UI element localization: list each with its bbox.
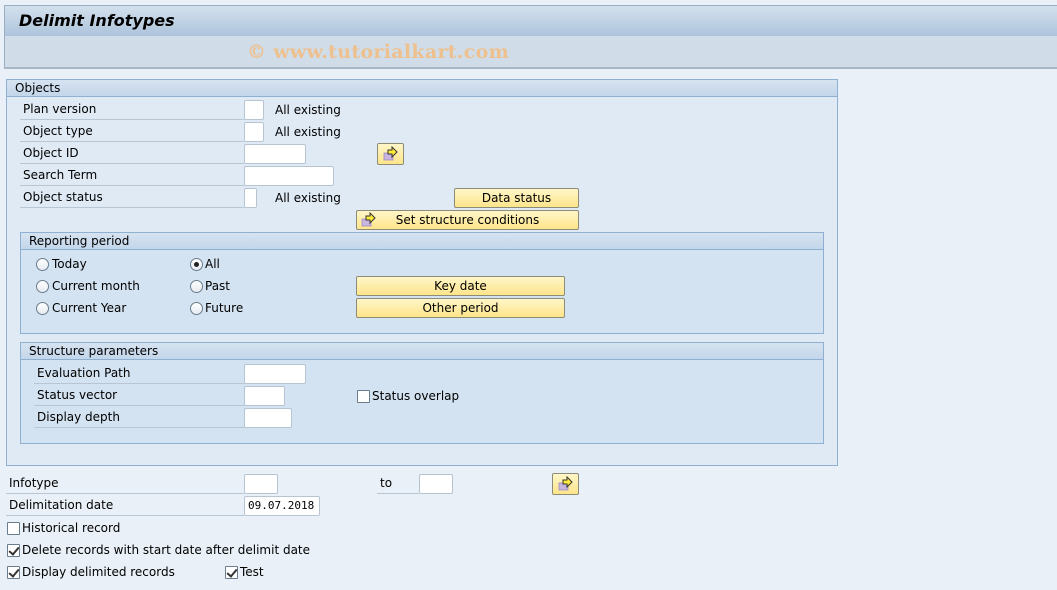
object-type-input[interactable] xyxy=(244,122,264,142)
object-id-multiple-selection-button[interactable] xyxy=(377,143,404,165)
display-delimited-records-label[interactable]: Display delimited records xyxy=(22,564,175,580)
title-bar: Delimit Infotypes xyxy=(4,5,1057,36)
radio-past[interactable] xyxy=(190,280,203,293)
delimitation-date-label: Delimitation date xyxy=(6,495,244,516)
test-label[interactable]: Test xyxy=(240,564,264,580)
object-type-label: Object type xyxy=(20,121,244,142)
status-vector-input[interactable] xyxy=(244,386,285,406)
set-structure-conditions-label: Set structure conditions xyxy=(395,213,540,227)
multiple-selection-arrow-icon xyxy=(383,146,398,161)
structure-parameters-header: Structure parameters xyxy=(21,343,823,360)
status-overlap-label[interactable]: Status overlap xyxy=(372,388,459,404)
radio-all-label[interactable]: All xyxy=(205,256,220,272)
page-title: Delimit Infotypes xyxy=(19,11,175,30)
plan-version-input[interactable] xyxy=(244,100,264,120)
radio-today-label[interactable]: Today xyxy=(52,256,87,272)
plan-version-hint: All existing xyxy=(275,103,341,117)
infotype-multiple-selection-button[interactable] xyxy=(552,473,579,495)
object-status-hint: All existing xyxy=(275,191,341,205)
radio-today[interactable] xyxy=(36,258,49,271)
object-status-input[interactable] xyxy=(244,188,257,208)
radio-current-year[interactable] xyxy=(36,302,49,315)
infotype-to-label: to xyxy=(377,473,419,494)
evaluation-path-label: Evaluation Path xyxy=(34,363,244,384)
multiple-selection-arrow-icon xyxy=(361,212,376,227)
infotype-from-input[interactable] xyxy=(244,474,278,494)
radio-all[interactable] xyxy=(190,258,203,271)
radio-past-label[interactable]: Past xyxy=(205,278,230,294)
radio-future[interactable] xyxy=(190,302,203,315)
watermark: © www.tutorialkart.com xyxy=(247,41,510,63)
status-vector-label: Status vector xyxy=(34,385,244,406)
plan-version-label: Plan version xyxy=(20,99,244,120)
infotype-label: Infotype xyxy=(6,473,244,494)
application-toolbar: © www.tutorialkart.com xyxy=(4,36,1057,69)
display-depth-label: Display depth xyxy=(34,407,244,428)
reporting-period-header: Reporting period xyxy=(21,233,823,250)
object-id-input[interactable] xyxy=(244,144,306,164)
object-status-label: Object status xyxy=(20,187,244,208)
data-status-button[interactable]: Data status xyxy=(454,188,579,208)
delete-records-checkbox[interactable] xyxy=(7,544,20,557)
objects-group-header: Objects xyxy=(7,80,837,97)
object-type-hint: All existing xyxy=(275,125,341,139)
test-checkbox[interactable] xyxy=(225,566,238,579)
object-id-label: Object ID xyxy=(20,143,244,164)
radio-future-label[interactable]: Future xyxy=(205,300,243,316)
status-overlap-checkbox[interactable] xyxy=(357,390,370,403)
radio-current-month[interactable] xyxy=(36,280,49,293)
multiple-selection-arrow-icon xyxy=(558,476,573,491)
delete-records-label[interactable]: Delete records with start date after del… xyxy=(22,542,310,558)
radio-current-year-label[interactable]: Current Year xyxy=(52,300,126,316)
historical-record-checkbox[interactable] xyxy=(7,522,20,535)
other-period-button[interactable]: Other period xyxy=(356,298,565,318)
historical-record-label[interactable]: Historical record xyxy=(22,520,120,536)
display-delimited-records-checkbox[interactable] xyxy=(7,566,20,579)
evaluation-path-input[interactable] xyxy=(244,364,306,384)
radio-current-month-label[interactable]: Current month xyxy=(52,278,140,294)
search-term-label: Search Term xyxy=(20,165,244,186)
delimitation-date-input[interactable]: 09.07.2018 xyxy=(244,496,320,516)
search-term-input[interactable] xyxy=(244,166,334,186)
set-structure-conditions-button[interactable]: Set structure conditions xyxy=(356,210,579,230)
infotype-to-input[interactable] xyxy=(419,474,453,494)
key-date-button[interactable]: Key date xyxy=(356,276,565,296)
display-depth-input[interactable] xyxy=(244,408,292,428)
